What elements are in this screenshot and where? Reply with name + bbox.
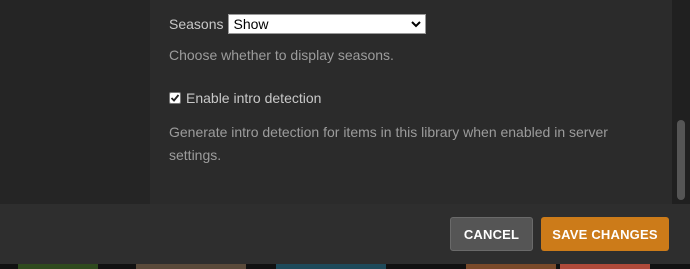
background-poster xyxy=(560,264,650,269)
seasons-row: Seasons Show xyxy=(169,14,427,34)
seasons-select[interactable]: Show xyxy=(228,14,427,34)
chevron-down-icon xyxy=(411,21,422,28)
cancel-button[interactable]: CANCEL xyxy=(450,217,533,251)
intro-detection-help-text: Generate intro detection for items in th… xyxy=(169,124,608,163)
seasons-label: Seasons xyxy=(169,16,224,32)
sidebar-background xyxy=(0,0,150,204)
background-poster xyxy=(466,264,556,269)
intro-detection-row: Enable intro detection xyxy=(169,89,321,107)
seasons-selected-value: Show xyxy=(233,16,269,32)
intro-detection-checkbox[interactable] xyxy=(169,92,181,104)
scrollbar-thumb[interactable] xyxy=(677,120,685,200)
background-poster xyxy=(18,264,98,269)
background-poster xyxy=(136,264,246,269)
checkmark-icon xyxy=(170,94,180,102)
save-changes-button[interactable]: SAVE CHANGES xyxy=(541,217,669,251)
seasons-help-text: Choose whether to display seasons. xyxy=(169,47,394,63)
intro-detection-label[interactable]: Enable intro detection xyxy=(186,90,321,106)
background-poster xyxy=(276,264,386,269)
